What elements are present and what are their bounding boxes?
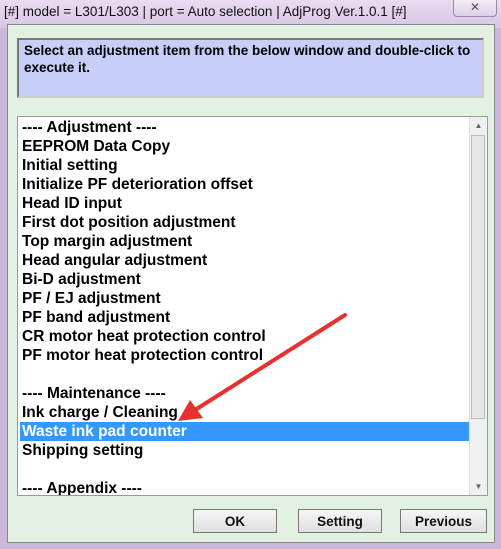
list-item[interactable]: PF / EJ adjustment	[20, 289, 470, 308]
instruction-text: Select an adjustment item from the below…	[17, 38, 484, 98]
list-item[interactable]: Bi-D adjustment	[20, 270, 470, 289]
list-item[interactable]: ---- Maintenance ----	[20, 384, 470, 403]
list-item[interactable]: Initial setting	[20, 156, 470, 175]
list-item[interactable]: CR motor heat protection control	[20, 327, 470, 346]
list-item[interactable]: Head angular adjustment	[20, 251, 470, 270]
close-icon: ✕	[469, 0, 481, 14]
scrollbar[interactable]: ▲ ▼	[469, 117, 487, 495]
scrollbar-thumb[interactable]	[471, 135, 485, 419]
adjustment-list[interactable]: ---- Adjustment ---- EEPROM Data Copy Init…	[17, 116, 488, 496]
window-title: [#] model = L301/L303 | port = Auto sele…	[4, 4, 407, 19]
list-item[interactable]: ---- Adjustment ----	[20, 118, 470, 137]
setting-button[interactable]: Setting	[298, 509, 382, 533]
list-item	[20, 460, 470, 479]
list-item[interactable]: PF band adjustment	[20, 308, 470, 327]
list-item	[20, 365, 470, 384]
dialog-body: Select an adjustment item from the below…	[7, 24, 495, 543]
list-item[interactable]: First dot position adjustment	[20, 213, 470, 232]
ok-button[interactable]: OK	[193, 509, 277, 533]
list-item[interactable]: Top margin adjustment	[20, 232, 470, 251]
list-item[interactable]: ---- Appendix ----	[20, 479, 470, 495]
list-item[interactable]: Shipping setting	[20, 441, 470, 460]
scroll-down-icon[interactable]: ▼	[470, 478, 487, 495]
list-item[interactable]: PF motor heat protection control	[20, 346, 470, 365]
previous-button[interactable]: Previous	[400, 509, 487, 533]
scroll-up-icon[interactable]: ▲	[470, 117, 487, 134]
list-item[interactable]: Initialize PF deterioration offset	[20, 175, 470, 194]
list-item[interactable]: Head ID input	[20, 194, 470, 213]
list-item[interactable]: EEPROM Data Copy	[20, 137, 470, 156]
list-item[interactable]: Waste ink pad counter	[20, 422, 470, 441]
list-item[interactable]: Ink charge / Cleaning	[20, 403, 470, 422]
close-button[interactable]: ✕	[453, 0, 497, 17]
